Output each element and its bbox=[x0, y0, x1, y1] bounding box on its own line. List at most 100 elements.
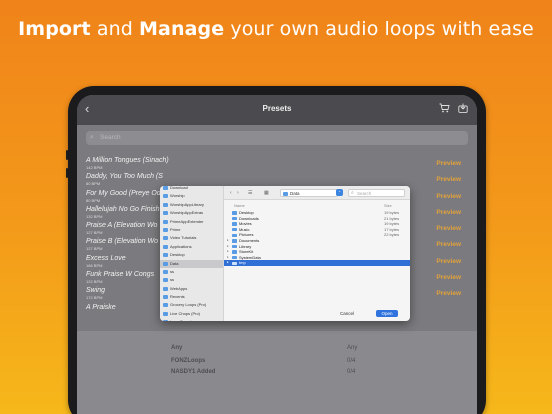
sidebar-item-label: Applications bbox=[170, 243, 192, 249]
preset-name: Praise B (Elevation Wo bbox=[86, 238, 158, 246]
file-list: Desktop 19 bytes Downloads 21 bytes Movies 19… bbox=[224, 210, 410, 266]
file-picker-dialog: Download Worship WorshipAppLibrary WorshipA… bbox=[160, 186, 410, 321]
sidebar-item-label: PrimeAppExtender bbox=[170, 218, 204, 224]
sidebar-item[interactable]: Recents bbox=[160, 293, 223, 301]
preview-button[interactable]: Preview bbox=[436, 258, 461, 265]
open-button[interactable]: Open bbox=[376, 310, 398, 317]
folder-icon bbox=[232, 222, 237, 226]
folder-icon bbox=[232, 255, 237, 260]
sidebar-item[interactable]: Video Tutorials bbox=[160, 234, 223, 242]
preset-name: Hallelujah No Go Finish bbox=[86, 205, 160, 213]
folder-icon bbox=[163, 211, 168, 216]
sidebar-item-label: Prime bbox=[170, 226, 181, 232]
tablet-device: ‹ Presets ⌕ Search A Million Tongues (Si… bbox=[68, 86, 486, 414]
folder-icon bbox=[232, 261, 237, 265]
sidebar-item[interactable]: Loop Samples bbox=[160, 318, 223, 321]
sidebar-item[interactable]: WorshipAppExtras bbox=[160, 209, 223, 217]
preview-button[interactable]: Preview bbox=[436, 274, 461, 281]
sidebar-item-label: WebApps bbox=[170, 285, 188, 291]
nav-back-icon[interactable]: ‹ bbox=[230, 190, 232, 196]
cancel-button[interactable]: Cancel bbox=[340, 310, 354, 317]
folder-icon bbox=[232, 216, 237, 221]
nav-forward-icon[interactable]: › bbox=[237, 190, 239, 196]
preview-button[interactable]: Preview bbox=[436, 160, 461, 167]
sidebar-item-label: Data bbox=[170, 260, 179, 266]
headline-and: and bbox=[90, 18, 140, 40]
sidebar-item[interactable]: Data bbox=[160, 259, 223, 268]
sidebar-item[interactable]: Prime bbox=[160, 226, 223, 234]
preset-name: Funk Praise W Congs bbox=[86, 271, 155, 279]
folder-icon bbox=[163, 236, 168, 241]
preview-button[interactable]: Preview bbox=[436, 193, 461, 200]
headline-rest: your own audio loops with ease bbox=[224, 18, 534, 40]
folder-icon bbox=[163, 269, 168, 274]
location-chevron-icon[interactable]: ⌃ bbox=[336, 189, 343, 196]
preset-bpm: 132 BPM bbox=[86, 213, 103, 219]
filter-value: 0/4 bbox=[347, 369, 356, 375]
sidebar-item[interactable]: WorshipAppLibrary bbox=[160, 201, 223, 209]
preset-row[interactable]: A Million Tongues (Sinach) 142 BPM Preview bbox=[77, 157, 477, 173]
folder-icon bbox=[232, 250, 237, 254]
location-popup[interactable]: Data bbox=[280, 189, 338, 197]
sidebar-item[interactable]: ss bbox=[160, 276, 223, 284]
folder-icon bbox=[232, 211, 237, 215]
sidebar-item[interactable]: ss bbox=[160, 268, 223, 276]
sidebar-item-label: WorshipAppExtras bbox=[170, 210, 204, 216]
preset-bpm: 127 BPM bbox=[86, 230, 103, 236]
preset-bpm: 80 BPM bbox=[86, 197, 101, 203]
sidebar-item[interactable]: Desktop bbox=[160, 251, 223, 259]
preview-button[interactable]: Preview bbox=[436, 225, 461, 232]
folder-icon bbox=[232, 239, 237, 243]
folder-icon bbox=[163, 303, 168, 308]
sidebar-item[interactable]: Live Chops (Pro) bbox=[160, 310, 223, 318]
sidebar-item-label: Video Tutorials bbox=[170, 235, 197, 241]
folder-icon bbox=[163, 286, 168, 291]
folder-icon bbox=[163, 194, 168, 199]
column-name[interactable]: Name bbox=[234, 203, 245, 208]
app-screen: ‹ Presets ⌕ Search A Million Tongues (Si… bbox=[77, 95, 477, 414]
folder-icon bbox=[232, 244, 237, 249]
preset-bpm: 127 BPM bbox=[86, 246, 103, 252]
import-icon[interactable] bbox=[458, 103, 470, 115]
dialog-sidebar: Download Worship WorshipAppLibrary WorshipA… bbox=[160, 186, 224, 321]
file-name: tmp bbox=[239, 260, 246, 266]
sidebar-item[interactable]: Grocery Loops (Pro) bbox=[160, 301, 223, 309]
sidebar-item[interactable]: Worship bbox=[160, 192, 223, 200]
filter-label: NASDY1 Added bbox=[171, 369, 216, 375]
dialog-search-input[interactable]: ⌕ Search bbox=[348, 189, 405, 197]
filter-label: FONZLoops bbox=[171, 358, 206, 364]
filter-value: Any bbox=[347, 345, 358, 351]
preset-bpm: 172 BPM bbox=[86, 295, 103, 301]
folder-icon bbox=[163, 202, 168, 207]
sidebar-item[interactable]: Applications bbox=[160, 243, 223, 251]
file-row[interactable]: ▸ tmp bbox=[224, 260, 410, 266]
preview-button[interactable]: Preview bbox=[436, 290, 461, 297]
search-input[interactable]: ⌕ Search bbox=[86, 131, 468, 145]
folder-icon bbox=[283, 192, 288, 196]
folder-icon bbox=[163, 253, 168, 258]
folder-icon bbox=[163, 295, 168, 300]
preset-bpm: 166 BPM bbox=[86, 262, 103, 268]
folder-icon bbox=[163, 227, 168, 232]
preset-name: Swing bbox=[86, 287, 106, 295]
preview-button[interactable]: Preview bbox=[436, 209, 461, 216]
preset-bpm: 142 BPM bbox=[86, 165, 103, 170]
disclosure-triangle-icon[interactable]: ▸ bbox=[227, 260, 229, 266]
preview-button[interactable]: Preview bbox=[436, 176, 461, 183]
list-view-icon[interactable]: ☰ bbox=[248, 190, 252, 196]
dialog-toolbar: ‹ › ☰ ▦ Data ⌃ ⌕ Search bbox=[224, 186, 410, 200]
grid-view-icon[interactable]: ▦ bbox=[264, 190, 269, 196]
column-size[interactable]: Size bbox=[384, 203, 392, 208]
folder-icon bbox=[232, 233, 237, 237]
cart-icon[interactable] bbox=[439, 103, 451, 115]
column-headers: Name Size bbox=[224, 201, 410, 209]
folder-icon bbox=[163, 244, 168, 249]
dialog-search-placeholder: Search bbox=[357, 191, 372, 196]
preset-name: Praise A (Elevation Wo bbox=[86, 222, 158, 230]
sidebar-item[interactable]: PrimeAppExtender bbox=[160, 218, 223, 226]
search-icon: ⌕ bbox=[90, 134, 94, 141]
search-icon: ⌕ bbox=[351, 190, 354, 196]
preview-button[interactable]: Preview bbox=[436, 241, 461, 248]
headline: Import and Manage your own audio loops w… bbox=[0, 18, 552, 40]
sidebar-item[interactable]: WebApps bbox=[160, 285, 223, 293]
